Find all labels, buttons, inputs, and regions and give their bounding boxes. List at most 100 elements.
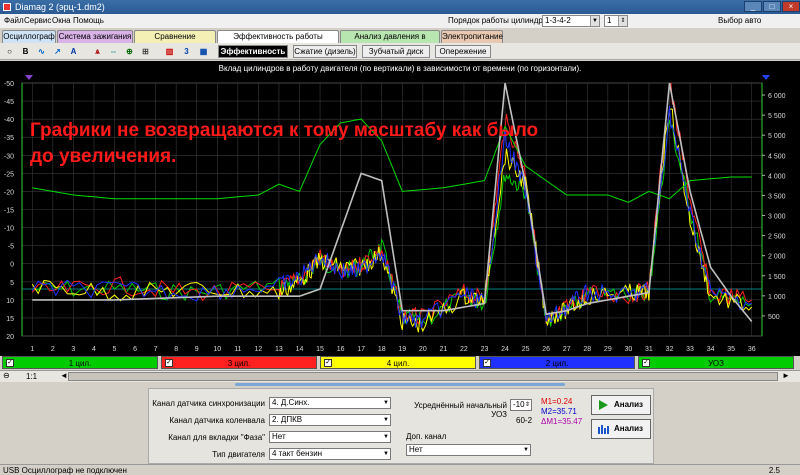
x-tick-label: 25	[522, 346, 530, 353]
x-tick-label: 3	[71, 346, 75, 353]
close-button[interactable]: ×	[782, 1, 800, 12]
x-tick-label: 6	[133, 346, 137, 353]
y-left-tick-label: -10	[4, 226, 14, 233]
compare-icon[interactable]: ⊞	[139, 45, 152, 58]
zoom-bar: ⊖ 1:1 ◄ ►	[0, 370, 800, 382]
checkbox-icon[interactable]: ✓	[6, 359, 14, 367]
x-tick-label: 29	[604, 346, 612, 353]
extra-channel-select[interactable]: Нет ▼	[406, 444, 531, 456]
y-right-tick-label: 5 000	[768, 133, 786, 140]
y-right-tick-label: 4 000	[768, 173, 786, 180]
subtab-advance[interactable]: Опережение	[435, 45, 491, 58]
channel-cyl2[interactable]: ✓ 2 цил.	[479, 356, 635, 369]
menu-bar: Файл Сервис Окна Помощь Порядок работы ц…	[0, 14, 800, 28]
scroll-left-icon[interactable]: ◄	[60, 371, 68, 380]
x-tick-label: 32	[666, 346, 674, 353]
checkbox-icon[interactable]: ✓	[165, 359, 173, 367]
maximize-button[interactable]: □	[763, 1, 781, 12]
analyze-button[interactable]: Анализ	[591, 395, 651, 415]
phase-channel-select[interactable]: Нет ▼	[269, 431, 391, 443]
waveform-icon[interactable]: ∿	[35, 45, 48, 58]
tab-ignition[interactable]: Система зажигания	[57, 30, 133, 43]
avg-uoz-spinner[interactable]: -10 ⇕	[510, 399, 532, 411]
marker-icon[interactable]: ⊕	[123, 45, 136, 58]
tab-power[interactable]: Электропитание	[441, 30, 503, 43]
y-right-tick-label: 2 000	[768, 254, 786, 261]
subtab-tooth-disk[interactable]: Зубчатый диск	[362, 45, 430, 58]
cyl-order-select[interactable]: 1-3-4-2 ▼	[542, 15, 600, 27]
zoom-fit-icon[interactable]: ○	[3, 45, 16, 58]
menu-file[interactable]: Файл	[4, 16, 24, 25]
bold-b-icon[interactable]: B	[19, 45, 32, 58]
extra-channel-value: Нет	[409, 445, 423, 454]
channel-cyl3[interactable]: ✓ 3 цил.	[161, 356, 317, 369]
phase-channel-label: Канал для вкладки "Фаза"	[168, 433, 265, 442]
tab-efficiency[interactable]: Эффективность работы цилиндров	[217, 30, 339, 53]
y-right-tick-label: 3 500	[768, 193, 786, 200]
channel-bar: ✓ 1 цил. ✓ 3 цил. ✓ 4 цил. ✓ 2 цил. ✓ УО…	[0, 356, 800, 369]
subtab-compression[interactable]: Сжатие (дизель)	[293, 45, 357, 58]
y-right-tick-label: 500	[768, 314, 780, 321]
plot-area[interactable]: Вклад цилиндров в работу двигателя (по в…	[0, 61, 800, 356]
channel-uoz[interactable]: ✓ УОЗ	[638, 356, 794, 369]
expand-icon[interactable]: ⇔	[107, 45, 120, 58]
x-tick-label: 4	[92, 346, 96, 353]
y-right-tick-label: 6 000	[768, 93, 786, 100]
horizontal-scrollbar[interactable]	[68, 372, 778, 381]
checkbox-icon[interactable]: ✓	[324, 359, 332, 367]
annotation-line2: до увеличения.	[30, 146, 176, 167]
analyze-bars-button-label: Анализ	[614, 424, 644, 433]
grid-icon[interactable]: ▦	[197, 45, 210, 58]
counter-icon[interactable]: 3	[180, 45, 193, 58]
y-left-tick-label: -5	[8, 244, 14, 251]
channel-cyl1[interactable]: ✓ 1 цил.	[2, 356, 158, 369]
x-tick-label: 28	[583, 346, 591, 353]
x-tick-label: 17	[357, 346, 365, 353]
cylinder-icon[interactable]: ѧ	[91, 45, 104, 58]
y-left-tick-label: -25	[4, 171, 14, 178]
menu-service[interactable]: Сервис	[24, 16, 51, 25]
chart-title: Вклад цилиндров в работу двигателя (по в…	[219, 64, 582, 73]
extra-channel-label: Доп. канал	[406, 432, 447, 441]
y-left-tick-label: -45	[4, 99, 14, 106]
avg-uoz-label: Усреднённый начальный УОЗ	[414, 401, 507, 419]
auto-select-button[interactable]: Выбор авто	[718, 16, 761, 25]
engine-type-select[interactable]: 4 такт бензин ▼	[269, 448, 391, 460]
channel-cyl4-label: 4 цил.	[386, 359, 410, 368]
chart-svg[interactable]: Вклад цилиндров в работу двигателя (по в…	[0, 61, 800, 356]
cyl-spinner-value: 1	[607, 16, 612, 25]
x-tick-label: 36	[748, 346, 756, 353]
sync-channel-value: 4. Д.Синх.	[272, 398, 310, 407]
checkbox-icon[interactable]: ✓	[483, 359, 491, 367]
zoom-reset-icon[interactable]: ⊖	[3, 371, 10, 380]
menu-help[interactable]: Помощь	[73, 16, 104, 25]
bar-chart-icon[interactable]: ▥	[163, 45, 176, 58]
right-marker-icon[interactable]	[762, 75, 770, 80]
spinner-arrows-icon: ⇕	[524, 402, 530, 408]
tab-pressure[interactable]: Анализ давления в цилиндре	[340, 30, 440, 53]
line-chart-icon[interactable]: ↗	[51, 45, 64, 58]
tab-cyl-compare[interactable]: Сравнение цилиндров	[134, 30, 216, 53]
scale-icon[interactable]: A	[67, 45, 80, 58]
x-tick-label: 33	[686, 346, 694, 353]
left-marker-icon[interactable]	[25, 75, 33, 80]
marker-m2: M2=35.71	[541, 407, 577, 416]
engine-type-value: 4 такт бензин	[272, 449, 323, 458]
y-right-tick-label: 1 000	[768, 294, 786, 301]
checkbox-icon[interactable]: ✓	[642, 359, 650, 367]
minimize-button[interactable]: _	[744, 1, 762, 12]
x-tick-label: 22	[460, 346, 468, 353]
play-icon	[599, 400, 608, 410]
channel-cyl4[interactable]: ✓ 4 цил.	[320, 356, 476, 369]
channel-cyl3-label: 3 цил.	[227, 359, 251, 368]
scroll-right-icon[interactable]: ►	[782, 371, 790, 380]
tab-oscilloscope[interactable]: Осциллограф	[2, 30, 56, 43]
analyze-bars-button[interactable]: Анализ	[591, 419, 651, 439]
crank-channel-select[interactable]: 2. ДПКВ ▼	[269, 414, 391, 426]
menu-windows[interactable]: Окна	[52, 16, 71, 25]
subtab-efficiency[interactable]: Эффективность	[218, 45, 288, 58]
panel-splitter[interactable]	[235, 383, 565, 386]
y-left-tick-label: -20	[4, 189, 14, 196]
sync-channel-select[interactable]: 4. Д.Синх. ▼	[269, 397, 391, 409]
cyl-spinner[interactable]: 1 ⇕	[604, 15, 628, 27]
